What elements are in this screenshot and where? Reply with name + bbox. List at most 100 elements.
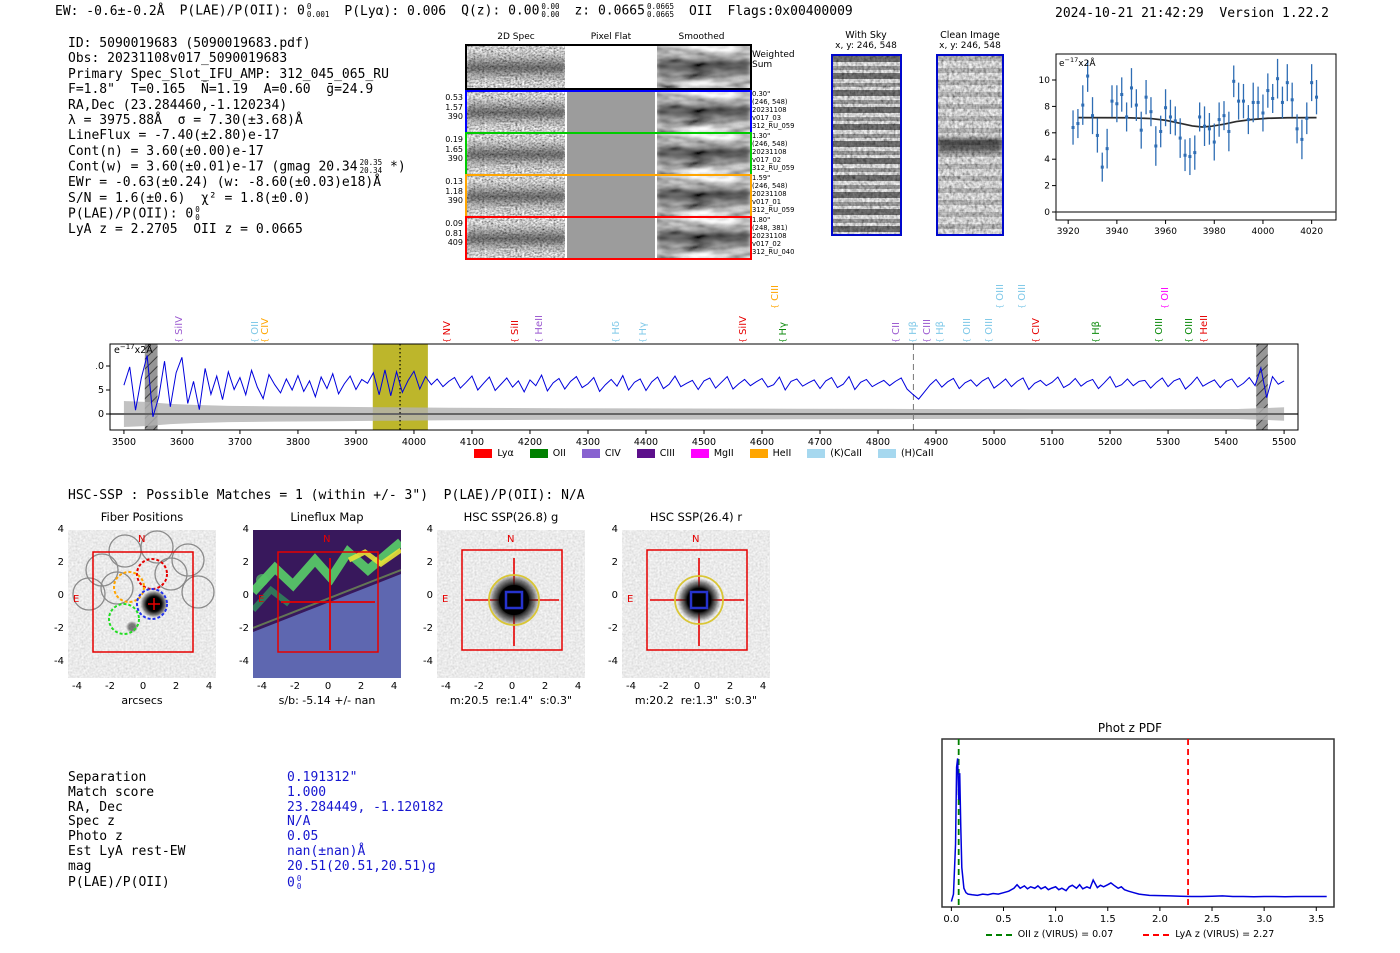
tspan-decor: x2Å	[1078, 57, 1096, 69]
cutout-xlabel-0: arcsecs	[121, 694, 163, 707]
elixer-report-page: EW: -0.6±-0.2Å P(LAE)/P(OII): 0 0 0.001 P(Ly…	[0, 0, 1400, 953]
cutout-title-0: Fiber Positions	[100, 510, 184, 524]
rect-decor	[941, 738, 1335, 908]
sup-sub-stack: 0 0.001	[307, 3, 330, 19]
compass-e: E	[258, 594, 265, 605]
spectral-trace-band	[657, 46, 750, 88]
fiber-meta-line: v017_02	[752, 240, 782, 248]
match-value: N/A	[287, 814, 311, 830]
y-tick-label: 2	[611, 557, 618, 568]
header-text: Q(z): 0.00	[461, 3, 540, 19]
rect-decor	[1315, 95, 1319, 99]
fiber-meta-line: 1.80"	[752, 216, 771, 224]
x-tick-label: -2	[659, 681, 669, 692]
info-text: Cont(w) = 3.60(±0.01)e-17 (gmag 20.34	[68, 159, 358, 175]
text-decor: 3.0	[1256, 914, 1272, 925]
line-label-NV: NV{	[442, 262, 457, 344]
info-line-3: Primary Spec_Slot_IFU_AMP: 312_045_065_R…	[68, 67, 406, 82]
header-item-1: P(LAE)/P(OII): 0 0 0.001	[180, 3, 330, 19]
text-decor: 3.5	[1308, 914, 1324, 925]
match-value: 0	[287, 875, 295, 891]
rect-decor	[1120, 93, 1124, 97]
match-value: 23.284449, -1.120182	[287, 799, 444, 815]
rect-decor	[1178, 136, 1182, 140]
match-value: 0.05	[287, 829, 319, 845]
line-marker-brace: {	[769, 303, 779, 310]
hsc-g-panel	[437, 530, 585, 678]
rect-decor	[1144, 95, 1148, 99]
fiber-2dspec-image	[467, 92, 565, 132]
text-decor: 5000	[982, 437, 1006, 448]
photz-title: Phot z PDF	[1097, 721, 1163, 735]
legend-item: HeII	[749, 448, 791, 459]
fiber-weight-value: 390	[447, 112, 463, 121]
spectral-trace-band	[657, 218, 750, 258]
header-item-3: Q(z): 0.00 0.00 0.00	[461, 3, 559, 19]
fiber-meta-line: (246, 548)	[752, 140, 788, 148]
line-label-text: CIV	[260, 318, 272, 335]
fiber-row-left-labels: 0.13 1.18 390	[441, 177, 463, 206]
rect-decor	[1086, 74, 1090, 78]
fiber-weight-value: 409	[447, 238, 463, 247]
x-tick-label: 2	[541, 681, 549, 692]
x-tick-label: -4	[441, 681, 451, 692]
line-marker-brace: {	[1159, 303, 1169, 310]
cutout-xlabel-1: s/b: -5.14 +/- nan	[278, 694, 376, 707]
header-text: P(Lyα): 0.006	[344, 3, 447, 19]
x-tick-label: -2	[290, 681, 300, 692]
rect-decor	[1305, 116, 1309, 120]
info-text: LyA z = 2.2705 OII z = 0.0665	[68, 222, 303, 238]
x-tick-label: 4	[390, 681, 398, 692]
fiber-smoothed-image	[657, 218, 750, 258]
line-label-Hβ: Hβ{	[1091, 262, 1106, 344]
rect-decor	[1168, 115, 1172, 119]
x-tick-label: 0	[508, 681, 516, 692]
rect-decor	[1159, 129, 1163, 133]
text-decor: 3920	[1057, 227, 1080, 237]
header-text: Flags:0x00400009	[727, 3, 853, 19]
match-value: 20.51(20.51,20.51)g	[287, 858, 436, 874]
line-label-HeII: HeII{	[1199, 262, 1214, 344]
hsc-matches-line: HSC-SSP : Possible Matches = 1 (within +…	[68, 488, 585, 503]
header-text: EW: -0.6±-0.2Å	[55, 3, 165, 19]
y-tick-label: 0	[426, 590, 433, 601]
rect-decor	[1105, 147, 1109, 151]
text-decor: 4400	[634, 437, 658, 448]
fiber-2dspec-image	[467, 134, 565, 174]
polyline-decor	[950, 758, 1327, 902]
info-text: F=1.8" T=0.165 N̄=1.19 A=0.60 ḡ=24.9	[68, 82, 374, 98]
info-line-10: EWr = -0.63(±0.24) (w: -8.60(±0.03)e18)Å	[68, 175, 406, 190]
y-tick-label: -2	[239, 623, 249, 634]
line-label-text: SiIV	[173, 316, 185, 335]
match-row-photo-z: Photo z 0.05	[68, 829, 444, 845]
fiber-weight-value: 390	[447, 196, 463, 205]
spectral-trace-band	[467, 46, 565, 88]
tspan-decor: −17	[120, 343, 135, 351]
x-tick-label: 4	[759, 681, 767, 692]
y-tick-label: 2	[242, 557, 249, 568]
sub-value: 0.001	[306, 10, 330, 19]
text-decor: 5200	[1098, 437, 1122, 448]
header-item-2: P(Lyα): 0.006	[344, 4, 446, 19]
match-row-mag: mag 20.51(20.51,20.51)g	[68, 858, 444, 875]
rect-decor	[1276, 77, 1280, 81]
match-label: mag	[68, 858, 92, 874]
rect-decor	[1188, 155, 1192, 159]
legend-label: Lyα	[497, 448, 514, 459]
fiber-row-right-labels: 1.59" (246, 548) 20231108 v017_01 312_RU_059	[752, 174, 794, 214]
x-tick-label: 0	[139, 681, 147, 692]
rect-decor	[1217, 118, 1221, 122]
compass-n: N	[138, 534, 146, 545]
photz-legend: OII z (VIRUS) = 0.07 LyA z (VIRUS) = 2.27	[920, 929, 1340, 940]
line-label-text: OII	[1159, 287, 1171, 301]
text-decor: 3800	[286, 437, 310, 448]
text-decor: 4300	[576, 437, 600, 448]
text-decor: 2.5	[1204, 914, 1220, 925]
line-label-Hδ: Hδ{	[611, 262, 626, 344]
tspan-decor: x2Å	[135, 344, 154, 356]
rect-decor	[1091, 114, 1095, 118]
spectrum-legend: Lyα OII CIV CIII MgII HeII (K)CaII (H)CaII	[96, 448, 1312, 459]
compass-e: E	[627, 594, 634, 605]
rect-decor	[1261, 111, 1265, 115]
fiber-meta-line: v017_02	[752, 156, 782, 164]
